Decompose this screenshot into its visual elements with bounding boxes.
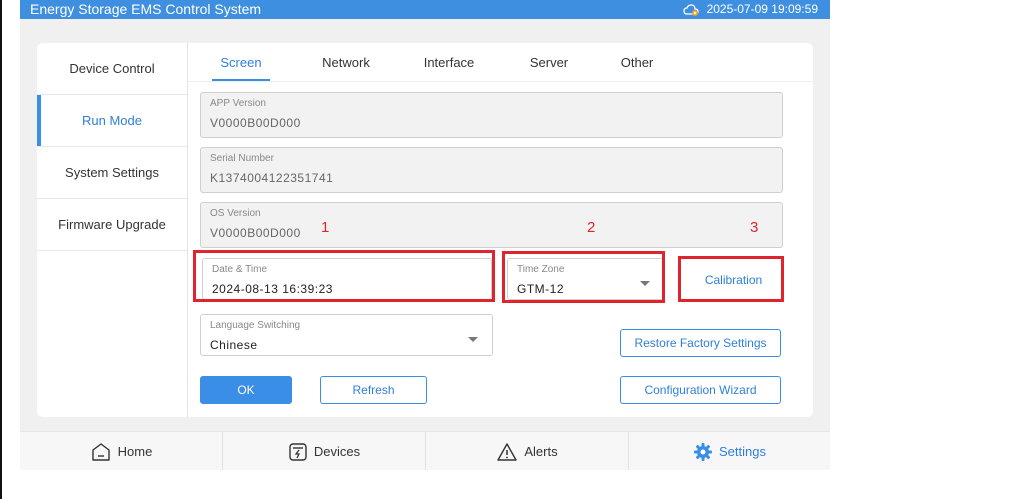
nav-label: Alerts (524, 444, 558, 459)
sidebar-item-label: Firmware Upgrade (58, 217, 166, 232)
language-select[interactable]: Language Switching Chinese (200, 314, 493, 356)
nav-label: Settings (719, 444, 766, 459)
field-label: APP Version (210, 98, 266, 109)
field-label: Language Switching (210, 320, 301, 331)
field-label: OS Version (210, 208, 261, 219)
annotation-box-3 (678, 256, 784, 302)
app-title: Energy Storage EMS Control System (30, 1, 262, 17)
sidebar-item-label: System Settings (65, 165, 159, 180)
status-area: 2025-07-09 19:09:59 (682, 0, 818, 19)
cloud-offline-icon (682, 3, 699, 16)
annotation-number-3: 3 (750, 219, 759, 236)
tab-screen[interactable]: Screen (212, 43, 270, 81)
nav-devices[interactable]: Devices (223, 432, 426, 470)
nav-alerts[interactable]: Alerts (426, 432, 629, 470)
tab-server[interactable]: Server (524, 43, 574, 81)
sidebar-item-system-settings[interactable]: System Settings (37, 147, 187, 199)
devices-icon (289, 442, 307, 461)
sidebar-item-label: Device Control (69, 61, 155, 76)
sidebar-item-firmware-upgrade[interactable]: Firmware Upgrade (37, 199, 187, 251)
header-datetime: 2025-07-09 19:09:59 (706, 2, 818, 16)
field-label: Serial Number (210, 153, 274, 164)
home-icon (91, 442, 110, 461)
title-bar: Energy Storage EMS Control System 2025-0… (20, 0, 830, 19)
settings-card: Device Control Run Mode System Settings … (37, 43, 813, 417)
tab-bar: Screen Network Interface Server Other (187, 43, 813, 82)
nav-label: Home (117, 444, 153, 459)
annotation-box-2 (502, 251, 665, 303)
annotation-number-1: 1 (321, 219, 330, 236)
sidebar-item-device-control[interactable]: Device Control (37, 43, 187, 95)
ok-button[interactable]: OK (200, 376, 292, 404)
serial-number-field: Serial Number K1374004122351741 (200, 147, 783, 193)
field-value: K1374004122351741 (210, 171, 334, 185)
field-value: V0000B00D000 (210, 116, 301, 130)
refresh-button[interactable]: Refresh (320, 376, 427, 404)
tab-network[interactable]: Network (316, 43, 376, 81)
tab-interface[interactable]: Interface (419, 43, 479, 81)
alert-icon (497, 442, 518, 461)
sidebar: Device Control Run Mode System Settings … (37, 43, 188, 417)
os-version-field: OS Version V0000B00D000 (200, 202, 783, 248)
nav-home[interactable]: Home (20, 432, 223, 470)
bottom-nav: Home Devices Alerts Settings (20, 431, 830, 470)
nav-settings[interactable]: Settings (629, 432, 830, 470)
sidebar-item-label: Run Mode (82, 113, 142, 128)
nav-label: Devices (313, 444, 361, 459)
field-value: V0000B00D000 (210, 226, 301, 240)
app-window: Energy Storage EMS Control System 2025-0… (20, 0, 830, 470)
configuration-wizard-button[interactable]: Configuration Wizard (620, 376, 781, 404)
annotation-number-2: 2 (587, 219, 596, 236)
restore-factory-settings-button[interactable]: Restore Factory Settings (620, 329, 781, 357)
tab-other[interactable]: Other (615, 43, 659, 81)
window-frame-edge (0, 0, 2, 499)
annotation-box-1 (193, 250, 495, 302)
chevron-down-icon (468, 337, 478, 342)
app-version-field: APP Version V0000B00D000 (200, 92, 783, 138)
sidebar-item-run-mode[interactable]: Run Mode (37, 95, 187, 147)
gear-icon (694, 442, 712, 461)
field-value: Chinese (210, 338, 258, 352)
